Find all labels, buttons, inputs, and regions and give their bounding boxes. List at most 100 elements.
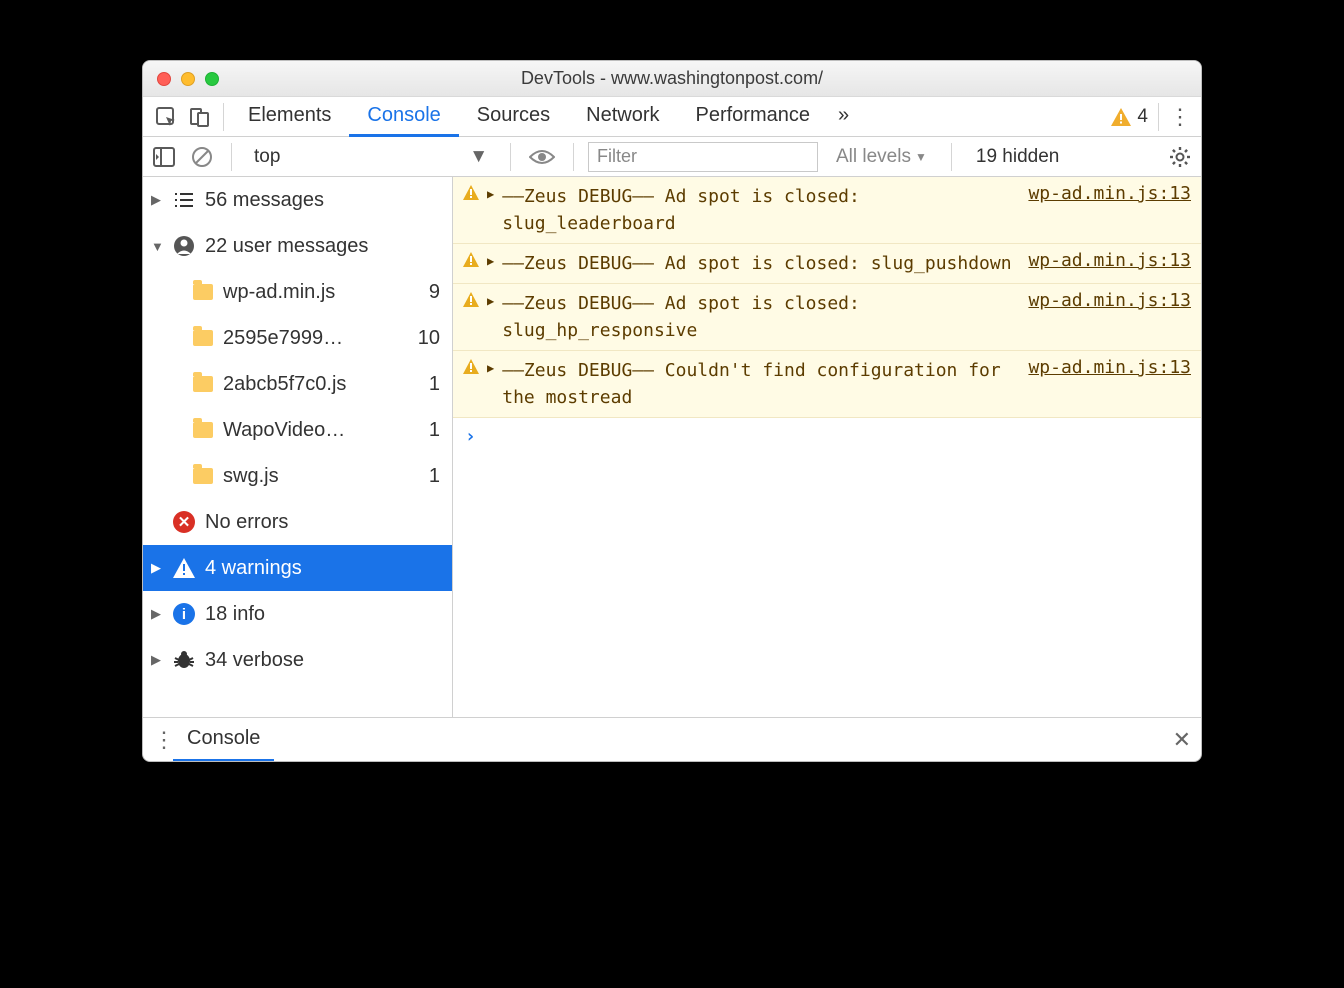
window-title: DevTools - www.washingtonpost.com/ [143, 68, 1201, 89]
tab-elements[interactable]: Elements [230, 97, 349, 137]
tabs-overflow-icon[interactable]: » [828, 97, 859, 137]
live-expression-icon[interactable] [525, 148, 559, 166]
warning-icon [463, 185, 479, 200]
sidebar-file-item[interactable]: wp-ad.min.js 9 [143, 269, 452, 315]
warning-icon [1111, 108, 1131, 126]
expand-icon: ▶ [151, 560, 163, 576]
sidebar-item-label: swg.js [223, 465, 408, 488]
expand-icon: ▶ [151, 192, 163, 208]
warning-icon [463, 292, 479, 307]
separator [223, 103, 224, 131]
kebab-menu-icon[interactable]: ⋮ [153, 727, 173, 753]
sidebar-item-label: 34 verbose [205, 649, 444, 672]
drawer-tab-console[interactable]: Console [173, 718, 274, 762]
log-source-link[interactable]: wp-ad.min.js:13 [1028, 250, 1191, 271]
separator [573, 143, 574, 171]
sidebar-item-label: 22 user messages [205, 235, 444, 258]
sidebar-item-label: 4 warnings [205, 557, 444, 580]
error-icon: ✕ [173, 511, 195, 533]
sidebar-item-count: 1 [418, 419, 444, 442]
expand-icon: ▶ [151, 606, 163, 622]
main-area: ▶ 56 messages ▼ 22 user messages wp-ad.m… [143, 177, 1201, 717]
tab-performance[interactable]: Performance [678, 97, 829, 137]
sidebar-item-label: WapoVideo… [223, 419, 408, 442]
expand-icon: ▶ [487, 187, 494, 201]
tab-bar: Elements Console Sources Network Perform… [143, 97, 1201, 137]
warning-count-badge[interactable]: 4 [1111, 106, 1148, 128]
separator [951, 143, 952, 171]
folder-icon [193, 376, 213, 392]
tab-sources[interactable]: Sources [459, 97, 568, 137]
sidebar-file-item[interactable]: 2595e7999… 10 [143, 315, 452, 361]
sidebar-item-label: No errors [205, 511, 444, 534]
folder-icon [193, 468, 213, 484]
sidebar-item-count: 10 [418, 327, 444, 350]
log-message: ——Zeus DEBUG—— Ad spot is closed: slug_p… [502, 250, 1020, 277]
log-message: ——Zeus DEBUG—— Ad spot is closed: slug_l… [502, 183, 1020, 237]
sidebar-item-label: 56 messages [205, 189, 444, 212]
inspect-element-icon[interactable] [149, 97, 183, 137]
context-selector[interactable]: top ▼ [246, 142, 496, 172]
tab-console[interactable]: Console [349, 97, 458, 137]
warning-count: 4 [1137, 106, 1148, 128]
warning-icon [463, 359, 479, 374]
sidebar-no-errors[interactable]: ▶ ✕ No errors [143, 499, 452, 545]
sidebar-item-label: 2595e7999… [223, 327, 408, 350]
collapse-icon: ▼ [151, 239, 163, 254]
info-icon: i [173, 603, 195, 625]
sidebar-item-count: 1 [418, 465, 444, 488]
console-warning-row[interactable]: ▶ ——Zeus DEBUG—— Ad spot is closed: slug… [453, 177, 1201, 244]
toggle-sidebar-icon[interactable] [149, 142, 179, 172]
log-source-link[interactable]: wp-ad.min.js:13 [1028, 290, 1191, 311]
sidebar-info[interactable]: ▶ i 18 info [143, 591, 452, 637]
sidebar-warnings[interactable]: ▶ 4 warnings [143, 545, 452, 591]
tab-network[interactable]: Network [568, 97, 677, 137]
user-icon [173, 235, 195, 257]
sidebar-file-item[interactable]: 2abcb5f7c0.js 1 [143, 361, 452, 407]
console-sidebar: ▶ 56 messages ▼ 22 user messages wp-ad.m… [143, 177, 453, 717]
bug-icon [173, 650, 195, 670]
device-toolbar-icon[interactable] [183, 97, 217, 137]
expand-icon: ▶ [487, 294, 494, 308]
console-prompt[interactable]: › [453, 418, 1201, 455]
sidebar-file-item[interactable]: swg.js 1 [143, 453, 452, 499]
log-message: ——Zeus DEBUG—— Couldn't find configurati… [502, 357, 1020, 411]
log-source-link[interactable]: wp-ad.min.js:13 [1028, 183, 1191, 204]
kebab-menu-icon[interactable]: ⋮ [1165, 104, 1195, 130]
expand-icon: ▶ [487, 361, 494, 375]
log-message: ——Zeus DEBUG—— Ad spot is closed: slug_h… [502, 290, 1020, 344]
log-source-link[interactable]: wp-ad.min.js:13 [1028, 357, 1191, 378]
levels-label: All levels [836, 146, 911, 168]
sidebar-all-messages[interactable]: ▶ 56 messages [143, 177, 452, 223]
sidebar-item-label: 18 info [205, 603, 444, 626]
sidebar-item-count: 1 [418, 373, 444, 396]
warning-icon [173, 558, 195, 578]
separator [510, 143, 511, 171]
console-toolbar: top ▼ Filter All levels ▼ 19 hidden [143, 137, 1201, 177]
chevron-down-icon: ▼ [915, 150, 927, 164]
console-warning-row[interactable]: ▶ ——Zeus DEBUG—— Ad spot is closed: slug… [453, 284, 1201, 351]
clear-console-icon[interactable] [187, 142, 217, 172]
console-warning-row[interactable]: ▶ ——Zeus DEBUG—— Ad spot is closed: slug… [453, 244, 1201, 284]
settings-icon[interactable] [1165, 146, 1195, 168]
sidebar-verbose[interactable]: ▶ 34 verbose [143, 637, 452, 683]
log-levels-selector[interactable]: All levels ▼ [826, 146, 937, 168]
expand-icon: ▶ [487, 254, 494, 268]
close-icon[interactable]: ✕ [1173, 727, 1191, 753]
console-log-area: ▶ ——Zeus DEBUG—— Ad spot is closed: slug… [453, 177, 1201, 717]
separator [1158, 103, 1159, 131]
list-icon [173, 191, 195, 209]
expand-icon: ▶ [151, 652, 163, 668]
sidebar-item-count: 9 [418, 281, 444, 304]
filter-input[interactable]: Filter [588, 142, 818, 172]
sidebar-file-item[interactable]: WapoVideo… 1 [143, 407, 452, 453]
warning-icon [463, 252, 479, 267]
folder-icon [193, 284, 213, 300]
hidden-messages-count[interactable]: 19 hidden [966, 146, 1069, 168]
sidebar-item-label: 2abcb5f7c0.js [223, 373, 408, 396]
sidebar-user-messages[interactable]: ▼ 22 user messages [143, 223, 452, 269]
chevron-down-icon: ▼ [469, 146, 488, 168]
separator [231, 143, 232, 171]
folder-icon [193, 330, 213, 346]
console-warning-row[interactable]: ▶ ——Zeus DEBUG—— Couldn't find configura… [453, 351, 1201, 418]
